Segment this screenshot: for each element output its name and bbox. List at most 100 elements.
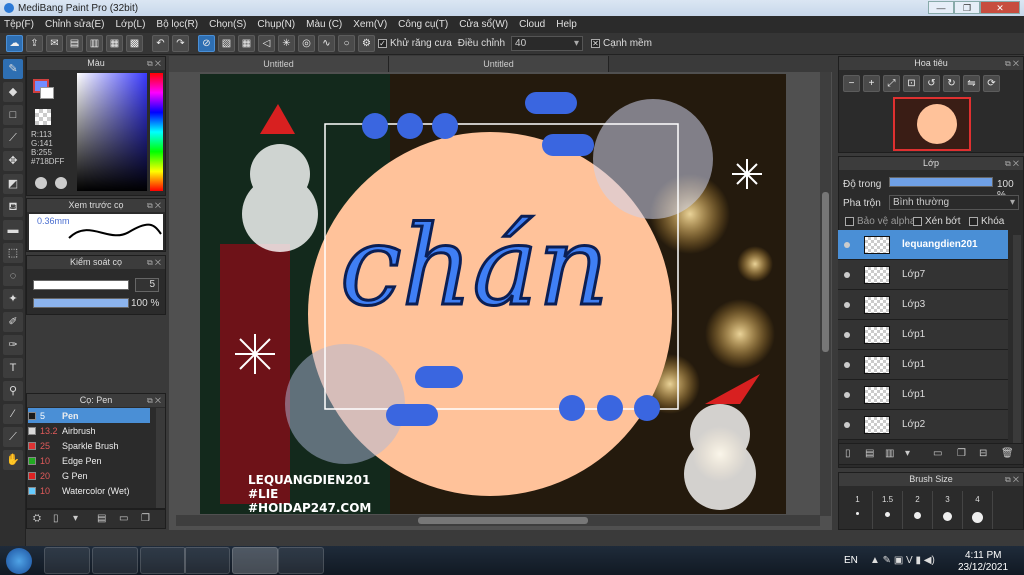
menu-snap[interactable]: Chụp(N) xyxy=(257,19,295,30)
brush-folder-icon[interactable]: ▭ xyxy=(119,513,128,524)
blend-mode-select[interactable]: Bình thường xyxy=(889,195,1019,210)
settings-icon[interactable]: ⚙ xyxy=(358,35,375,52)
brush-list-item[interactable]: 13.2 Airbrush xyxy=(28,423,150,438)
select-pen-icon[interactable]: ✐ xyxy=(3,312,23,332)
circle-snap-icon[interactable]: ○ xyxy=(338,35,355,52)
brush-import-icon[interactable]: ▤ xyxy=(97,513,106,524)
flip-icon[interactable]: ⇋ xyxy=(963,75,980,92)
layer-opacity-slider[interactable] xyxy=(889,177,993,187)
artwork-canvas[interactable]: chán LEQUANGDIEN201 #LIE #HOIDAP247.COM xyxy=(200,74,786,514)
clock-time[interactable]: 4:11 PM xyxy=(965,550,1002,561)
brush-opacity-slider[interactable] xyxy=(33,298,129,308)
brush-size-slider[interactable] xyxy=(33,280,129,290)
saturation-value-picker[interactable] xyxy=(77,73,147,191)
radial-snap-icon[interactable]: ✳ xyxy=(278,35,295,52)
brush-list-item[interactable]: 5 Pen xyxy=(28,408,150,423)
secondary-color-swatch[interactable] xyxy=(40,87,54,99)
taskbar-word-icon[interactable] xyxy=(278,547,324,574)
brush-list-scrollbar[interactable] xyxy=(156,408,165,508)
brush-size-option[interactable]: 1 xyxy=(843,491,873,529)
menu-window[interactable]: Cửa sổ(W) xyxy=(459,19,508,30)
new-brush-icon[interactable]: ▯ xyxy=(53,513,59,524)
zoom-out-icon[interactable]: − xyxy=(843,75,860,92)
navigator-thumbnail[interactable] xyxy=(893,97,971,151)
share-icon[interactable]: ⇪ xyxy=(26,35,43,52)
delete-layer-icon[interactable]: 🗑 xyxy=(1001,448,1014,459)
new-halftone-layer-icon[interactable]: ▤ xyxy=(865,448,874,459)
start-button[interactable] xyxy=(6,548,32,574)
layer-visibility-icon[interactable] xyxy=(844,331,850,338)
no-snap-icon[interactable]: ⊘ xyxy=(198,35,215,52)
brush-copy-icon[interactable]: ❐ xyxy=(141,513,150,524)
new-8bit-layer-icon[interactable]: ▥ xyxy=(885,448,894,459)
layer-row[interactable]: Lớp3 xyxy=(838,290,1008,320)
undo-icon[interactable]: ↶ xyxy=(152,35,169,52)
text-tool-icon[interactable]: T xyxy=(3,358,23,378)
grid-snap-icon[interactable]: ▦ xyxy=(238,35,255,52)
brush-tool-icon[interactable]: ✎ xyxy=(3,59,23,79)
brush-size-option[interactable]: 3 xyxy=(933,491,963,529)
layer-scrollbar[interactable] xyxy=(1013,235,1021,449)
hand-dropper-icon[interactable]: ⚲ xyxy=(3,381,23,401)
comment-icon[interactable]: ✉ xyxy=(46,35,63,52)
cloud-icon[interactable]: ☁ xyxy=(6,35,23,52)
select-rect-icon[interactable]: ⬚ xyxy=(3,243,23,263)
move-tool-icon[interactable]: ✥ xyxy=(3,151,23,171)
grid-icon[interactable]: ▩ xyxy=(126,35,143,52)
eyedropper-icon[interactable]: ⁄ xyxy=(3,404,23,424)
hue-slider[interactable] xyxy=(150,73,163,191)
minimize-button[interactable]: — xyxy=(928,1,954,14)
layer-visibility-icon[interactable] xyxy=(844,241,850,248)
zoom-in-icon[interactable]: + xyxy=(863,75,880,92)
rectangle-tool-icon[interactable]: □ xyxy=(3,105,23,125)
menu-layer[interactable]: Lớp(L) xyxy=(116,19,146,30)
language-indicator[interactable]: EN xyxy=(844,555,858,566)
merge-layer-icon[interactable]: ⊟ xyxy=(979,448,987,459)
brush-list-item[interactable]: 10 Edge Pen xyxy=(28,453,150,468)
brush-size-option[interactable]: 1.5 xyxy=(873,491,903,529)
taskbar-medibang-icon[interactable] xyxy=(232,547,278,574)
add-brush-icon[interactable]: ⛭ xyxy=(33,513,41,524)
layer-folder-icon[interactable]: ▭ xyxy=(933,448,942,459)
layer-row[interactable]: Lớp7 xyxy=(838,260,1008,290)
fit-icon[interactable]: ⤢ xyxy=(883,75,900,92)
menu-tools[interactable]: Công cụ(T) xyxy=(398,19,448,30)
menu-cloud[interactable]: Cloud xyxy=(519,19,545,30)
pen-dropper-icon[interactable]: ⟋ xyxy=(3,427,23,447)
brush-size-option[interactable]: 4 xyxy=(963,491,993,529)
menu-color[interactable]: Màu (C) xyxy=(306,19,342,30)
canvas-vertical-scrollbar[interactable] xyxy=(820,72,831,516)
panel-icon[interactable]: ▦ xyxy=(106,35,123,52)
rotate-left-icon[interactable]: ↺ xyxy=(923,75,940,92)
tab-untitled-2[interactable]: Untitled xyxy=(389,56,609,72)
brush-menu-icon[interactable]: ▾ xyxy=(73,513,78,524)
brush-size-value[interactable]: 5 xyxy=(135,278,159,292)
magic-wand-icon[interactable]: ✦ xyxy=(3,289,23,309)
menu-select[interactable]: Chọn(S) xyxy=(209,19,246,30)
taskbar-chrome-icon[interactable] xyxy=(184,547,230,574)
brush-size-option[interactable]: 2 xyxy=(903,491,933,529)
layer-visibility-icon[interactable] xyxy=(844,361,850,368)
lasso-tool-icon[interactable]: ◌ xyxy=(3,266,23,286)
brush-list-item[interactable]: 20 G Pen xyxy=(28,468,150,483)
layer-row[interactable]: lequangdien201 xyxy=(838,230,1008,260)
eraser-tool-icon[interactable]: ◆ xyxy=(3,82,23,102)
actual-size-icon[interactable]: ⊡ xyxy=(903,75,920,92)
layer-menu-icon[interactable]: ▾ xyxy=(905,448,910,459)
clock-date[interactable]: 23/12/2021 xyxy=(958,562,1008,573)
parallel-snap-icon[interactable]: ▧ xyxy=(218,35,235,52)
transparent-swatch[interactable] xyxy=(35,109,51,125)
maximize-button[interactable]: ❐ xyxy=(954,1,980,14)
document-icon[interactable]: ▥ xyxy=(86,35,103,52)
taskbar-explorer-icon[interactable] xyxy=(44,547,90,574)
layer-row[interactable]: Lớp2 xyxy=(838,410,1008,440)
layer-row[interactable]: Lớp1 xyxy=(838,320,1008,350)
layer-row[interactable]: Lớp1 xyxy=(838,380,1008,410)
new-layer-icon[interactable]: ▯ xyxy=(845,448,851,459)
lock-checkbox[interactable] xyxy=(969,217,978,226)
taskbar-app-icon[interactable] xyxy=(140,547,186,574)
layer-visibility-icon[interactable] xyxy=(844,301,850,308)
duplicate-layer-icon[interactable]: ❐ xyxy=(957,448,966,459)
menu-file[interactable]: Tệp(F) xyxy=(4,19,34,30)
brush-list-item[interactable]: 25 Sparkle Brush xyxy=(28,438,150,453)
